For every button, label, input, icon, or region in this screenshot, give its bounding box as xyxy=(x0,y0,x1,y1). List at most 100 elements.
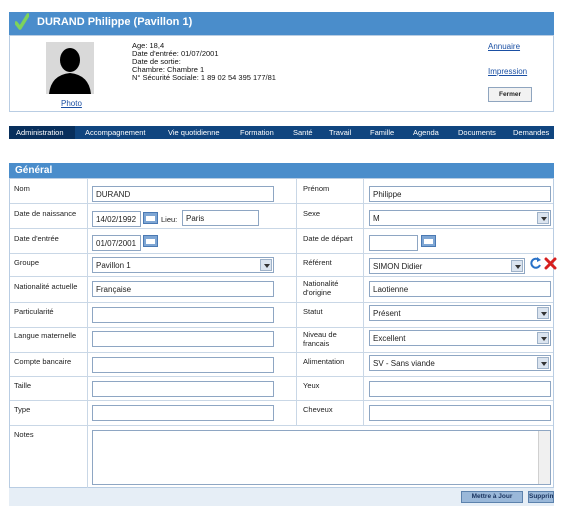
nationalite-actuelle-label: Nationalité actuelle xyxy=(14,282,78,291)
yeux-field[interactable] xyxy=(369,381,551,397)
photo-link[interactable]: Photo xyxy=(61,99,82,108)
refresh-icon[interactable] xyxy=(530,257,542,270)
tab-formation[interactable]: Formation xyxy=(240,128,274,137)
groupe-label: Groupe xyxy=(14,258,40,267)
type-field[interactable] xyxy=(92,405,274,421)
update-button[interactable]: Mettre à Jour xyxy=(461,491,523,503)
particularite-label: Particularité xyxy=(14,307,54,316)
sexe-value: M xyxy=(373,214,380,223)
statut-value: Présent xyxy=(373,309,401,318)
row-divider xyxy=(10,425,553,426)
niveau-francais-label: Niveau de xyxy=(303,330,337,339)
langue-maternelle-field[interactable] xyxy=(92,331,274,347)
yeux-label: Yeux xyxy=(303,381,320,390)
nom-field[interactable]: DURAND xyxy=(92,186,274,202)
tab-vie-quotidienne[interactable]: Vie quotidienne xyxy=(168,128,220,137)
row-divider xyxy=(10,352,553,353)
tab-documents[interactable]: Documents xyxy=(458,128,496,137)
particularite-field[interactable] xyxy=(92,307,274,323)
patient-header: DURAND Philippe (Pavillon 1) xyxy=(9,12,554,35)
info-securite-sociale: N° Sécurité Sociale: 1 89 02 54 395 177/… xyxy=(132,73,276,82)
notes-label: Notes xyxy=(14,430,34,439)
tab-accompagnement[interactable]: Accompagnement xyxy=(85,128,145,137)
alimentation-label: Alimentation xyxy=(303,357,345,366)
fermer-button[interactable]: Fermer xyxy=(488,87,532,102)
tab-agenda[interactable]: Agenda xyxy=(413,128,439,137)
statut-select[interactable]: Présent xyxy=(369,305,551,321)
tab-administration[interactable]: Administration xyxy=(16,128,64,137)
nom-label: Nom xyxy=(14,184,30,193)
row-divider xyxy=(10,276,553,277)
check-icon xyxy=(15,13,29,30)
nationalite-origine-label: Nationalité xyxy=(303,279,339,288)
alimentation-value: SV - Sans viande xyxy=(373,359,435,368)
referent-label: Référent xyxy=(303,258,332,267)
calendar-icon[interactable] xyxy=(143,235,158,247)
statut-label: Statut xyxy=(303,307,323,316)
alimentation-select[interactable]: SV - Sans viande xyxy=(369,355,551,371)
patient-title: DURAND Philippe (Pavillon 1) xyxy=(37,16,193,28)
referent-value: SIMON Didier xyxy=(373,262,423,271)
notes-scrollbar[interactable] xyxy=(538,431,550,484)
nationalite-origine-field[interactable]: Laotienne xyxy=(369,281,551,297)
impression-link[interactable]: Impression xyxy=(488,67,527,76)
prenom-field[interactable]: Philippe xyxy=(369,186,551,202)
tab-famille[interactable]: Famille xyxy=(370,128,394,137)
tab-travail[interactable]: Travail xyxy=(329,128,351,137)
lieu-field[interactable]: Paris xyxy=(182,210,259,226)
calendar-icon[interactable] xyxy=(143,212,158,224)
date-naissance-field[interactable]: 14/02/1992 xyxy=(92,211,141,227)
langue-maternelle-label: Langue maternelle xyxy=(14,331,77,340)
groupe-value: Pavillon 1 xyxy=(96,261,131,270)
chevron-down-icon[interactable] xyxy=(537,357,549,369)
cheveux-label: Cheveux xyxy=(303,405,333,414)
niveau-francais-label-2: francais xyxy=(303,339,330,348)
tab-sante[interactable]: Santé xyxy=(293,128,313,137)
notes-textarea[interactable] xyxy=(92,430,551,485)
annuaire-link[interactable]: Annuaire xyxy=(488,42,520,51)
column-divider xyxy=(87,179,88,489)
patient-info-box: Photo Age: 18,4 Date d'entrée: 01/07/200… xyxy=(9,35,554,112)
date-depart-field[interactable] xyxy=(369,235,418,251)
date-entree-field[interactable]: 01/07/2001 xyxy=(92,235,141,251)
chevron-down-icon[interactable] xyxy=(511,260,523,272)
chevron-down-icon[interactable] xyxy=(537,307,549,319)
niveau-francais-select[interactable]: Excellent xyxy=(369,330,551,346)
prenom-label: Prénom xyxy=(303,184,330,193)
row-divider xyxy=(10,302,553,303)
tab-demandes[interactable]: Demandes xyxy=(513,128,549,137)
lieu-label: Lieu: xyxy=(161,215,178,224)
taille-label: Taille xyxy=(14,381,32,390)
general-form: Nom DURAND Prénom Philippe Date de naiss… xyxy=(9,178,557,489)
chevron-down-icon[interactable] xyxy=(260,259,272,271)
section-title: Général xyxy=(9,163,554,178)
sexe-label: Sexe xyxy=(303,209,321,218)
referent-select[interactable]: SIMON Didier xyxy=(369,258,525,274)
compte-bancaire-label: Compte bancaire xyxy=(14,357,72,366)
calendar-icon[interactable] xyxy=(421,235,436,247)
niveau-francais-value: Excellent xyxy=(373,334,406,343)
row-divider xyxy=(10,253,553,254)
nationalite-actuelle-field[interactable]: Française xyxy=(92,281,274,297)
row-divider xyxy=(10,376,553,377)
cheveux-field[interactable] xyxy=(369,405,551,421)
form-footer: Mettre à Jour Supprimer xyxy=(9,488,554,506)
delete-button[interactable]: Supprimer xyxy=(528,491,554,503)
person-silhouette-icon xyxy=(46,42,94,94)
chevron-down-icon[interactable] xyxy=(537,212,549,224)
row-divider xyxy=(10,203,553,204)
taille-field[interactable] xyxy=(92,381,274,397)
date-naissance-label: Date de naissance xyxy=(14,209,77,218)
row-divider xyxy=(10,327,553,328)
date-depart-label: Date de départ xyxy=(303,234,353,243)
groupe-select[interactable]: Pavillon 1 xyxy=(92,257,274,273)
patient-photo xyxy=(46,42,94,94)
type-label: Type xyxy=(14,405,31,414)
column-divider xyxy=(296,179,297,425)
chevron-down-icon[interactable] xyxy=(537,332,549,344)
date-entree-label: Date d'entrée xyxy=(14,234,59,243)
compte-bancaire-field[interactable] xyxy=(92,357,274,373)
delete-icon[interactable] xyxy=(544,257,557,270)
column-divider xyxy=(363,179,364,425)
sexe-select[interactable]: M xyxy=(369,210,551,226)
